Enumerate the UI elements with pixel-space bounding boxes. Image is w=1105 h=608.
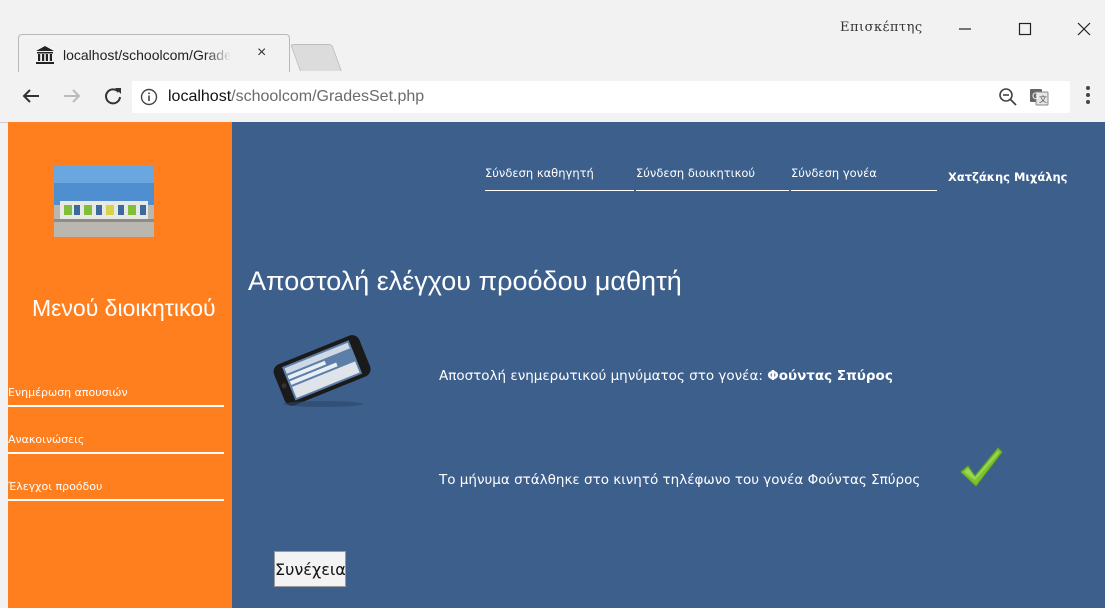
sent-confirmation: Το μήνυμα στάλθηκε στο κινητό τηλέφωνο τ… [439,472,921,488]
maximize-icon[interactable] [1010,14,1040,44]
menu-dots-icon[interactable] [1085,84,1091,111]
parent-name: Φούντας Σπύρος [767,368,893,384]
tab-close-icon[interactable]: × [257,44,266,62]
forward-arrow-icon[interactable] [60,84,84,108]
browser-tab[interactable]: localhost/schoolcom/GradesSet.php × [18,34,290,73]
school-photo [54,165,154,237]
profile-label[interactable]: Επισκέπτης [840,20,923,35]
continue-button[interactable]: Συνέχεια [274,551,346,587]
checkmark-icon [958,446,1004,495]
institution-icon [35,45,55,65]
current-user-name: Χατζάκης Μιχάλης [948,170,1068,184]
tab-title: localhost/schoolcom/GradesSet.php [63,47,231,63]
sidebar-item-announcements[interactable]: Ανακοινώσεις [8,422,224,454]
smartphone-icon [268,330,378,415]
url-text[interactable]: localhost/schoolcom/GradesSet.php [168,88,424,106]
main-content: Σύνδεση καθηγητή Σύνδεση διοικητικού Σύν… [232,122,1105,608]
page-title: Αποστολή ελέγχου προόδου μαθητή [248,266,682,296]
sidebar-item-absences[interactable]: Ενημέρωση απουσιών [8,375,224,407]
sidebar-heading: Μενού διοικητικού [32,295,216,321]
browser-titlebar: localhost/schoolcom/GradesSet.php × Επισ… [0,0,1105,73]
nav-parent-login[interactable]: Σύνδεση γονέα [791,166,937,191]
browser-toolbar: localhost/schoolcom/GradesSet.php G文 [0,72,1105,123]
back-arrow-icon[interactable] [19,84,43,108]
info-icon[interactable] [140,88,158,111]
translate-icon[interactable]: G文 [1029,87,1049,112]
close-window-icon[interactable] [1069,14,1099,44]
sidebar: Μενού διοικητικού Ενημέρωση απουσιών Ανα… [8,122,232,608]
address-bar[interactable]: localhost/schoolcom/GradesSet.php G文 [132,81,1070,113]
new-tab-button[interactable] [290,44,342,71]
notification-message: Αποστολή ενημερωτικού μηνύματος στο γονέ… [439,368,893,384]
zoom-out-icon[interactable] [998,87,1018,112]
minimize-icon[interactable] [950,14,980,44]
reload-icon[interactable] [101,84,125,108]
sidebar-item-progress-checks[interactable]: Έλεγχοι προόδου [8,469,224,501]
nav-admin-login[interactable]: Σύνδεση διοικητικού [636,166,789,191]
svg-text:文: 文 [1039,94,1047,104]
nav-teacher-login[interactable]: Σύνδεση καθηγητή [485,166,634,191]
svg-text:G: G [1032,92,1039,102]
